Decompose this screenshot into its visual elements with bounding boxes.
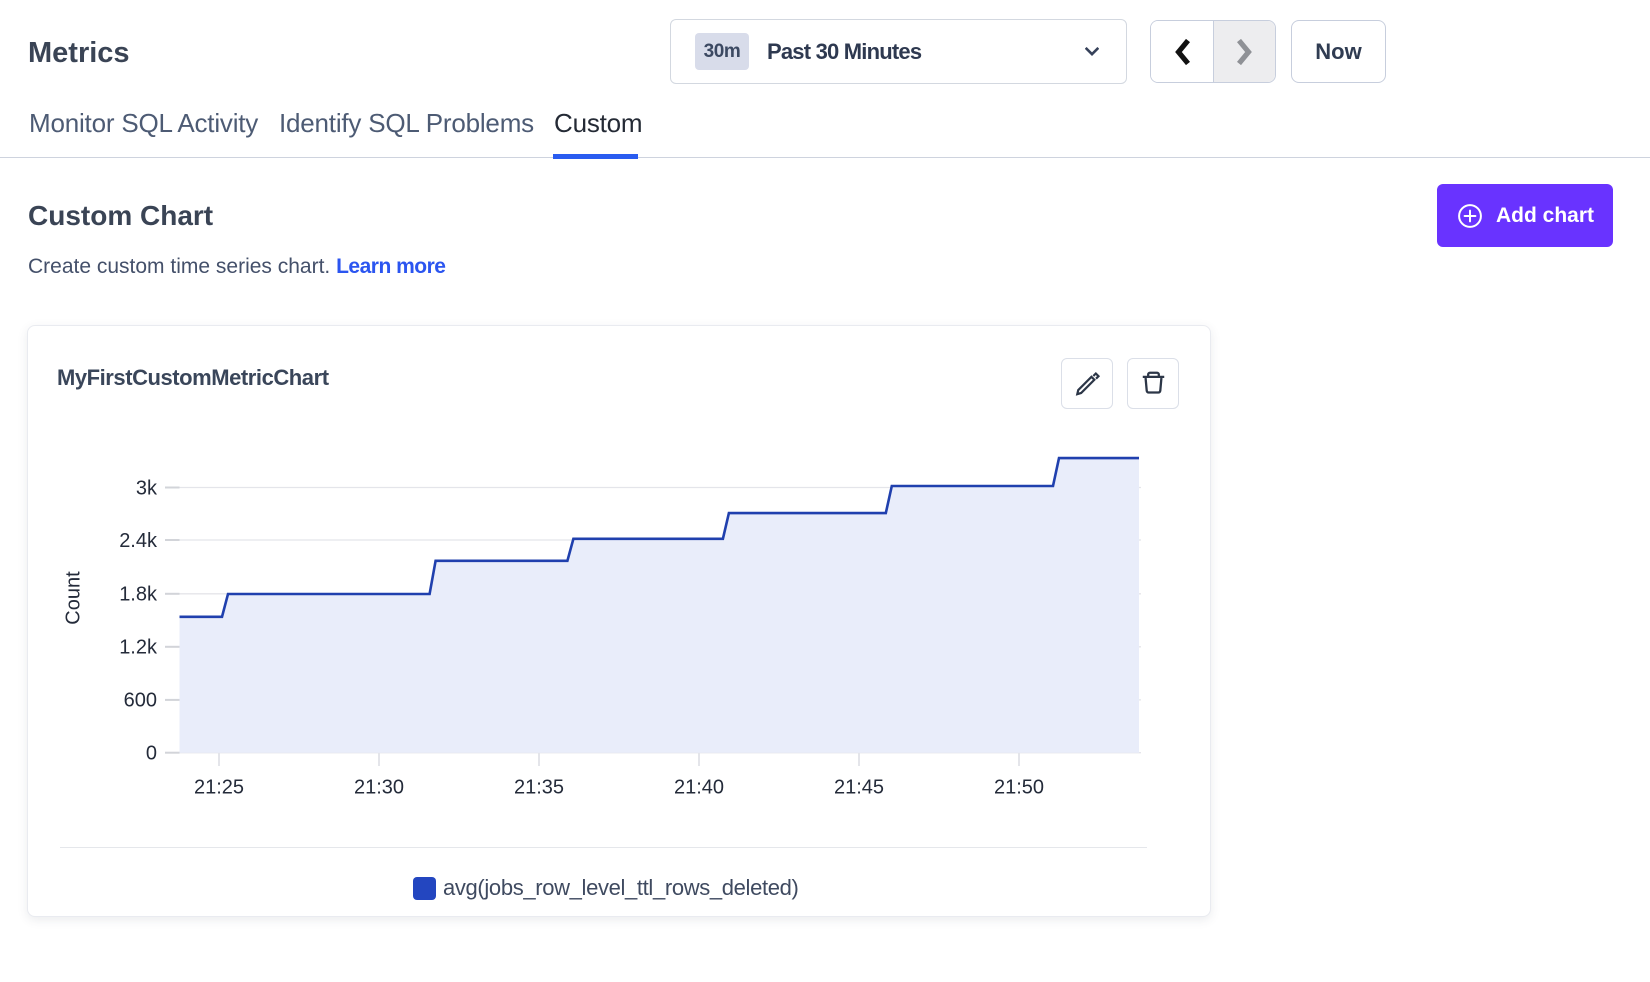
svg-text:21:30: 21:30 bbox=[354, 777, 404, 799]
svg-text:21:25: 21:25 bbox=[194, 777, 244, 799]
svg-text:1.2k: 1.2k bbox=[119, 637, 158, 659]
svg-text:3k: 3k bbox=[136, 477, 158, 499]
svg-text:21:40: 21:40 bbox=[674, 777, 724, 799]
svg-text:0: 0 bbox=[146, 743, 157, 765]
svg-text:21:50: 21:50 bbox=[994, 777, 1044, 799]
svg-text:2.4k: 2.4k bbox=[119, 530, 158, 552]
svg-text:Count: Count bbox=[63, 571, 85, 625]
svg-text:21:45: 21:45 bbox=[834, 777, 884, 799]
svg-text:1.8k: 1.8k bbox=[119, 584, 158, 606]
svg-text:21:35: 21:35 bbox=[514, 777, 564, 799]
svg-text:600: 600 bbox=[124, 690, 157, 712]
